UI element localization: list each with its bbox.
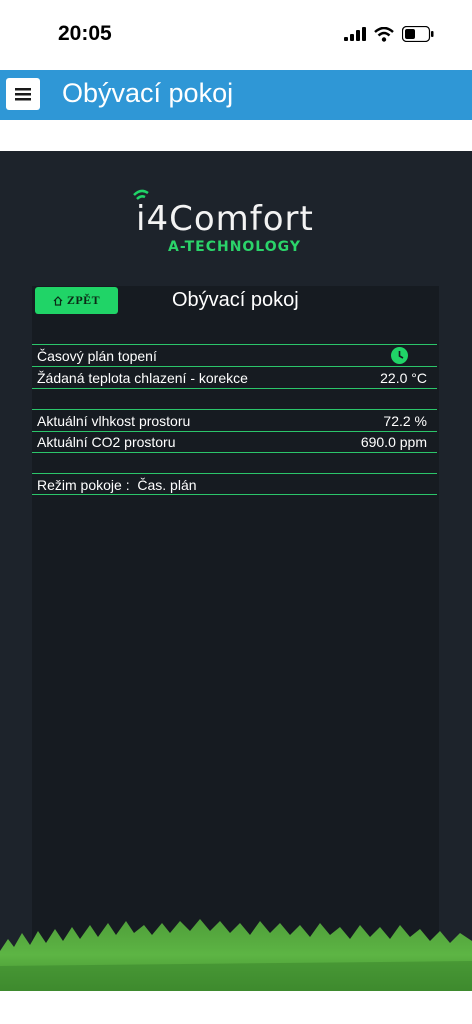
app-bar: Obývací pokoj <box>0 70 472 120</box>
divider <box>32 388 437 389</box>
row-value: 72.2 % <box>383 413 427 429</box>
room-panel: ZPĚT Obývací pokoj Časový plán topení Žá… <box>32 286 439 966</box>
row-co2: Aktuální CO2 prostoru 690.0 ppm <box>37 432 437 452</box>
status-time: 20:05 <box>58 22 112 45</box>
row-label: Aktuální CO2 prostoru <box>37 434 176 450</box>
hamburger-icon <box>15 87 31 100</box>
divider <box>32 494 437 495</box>
panel-title: Obývací pokoj <box>172 289 299 311</box>
divider <box>32 344 437 345</box>
home-icon <box>53 295 63 306</box>
divider <box>32 452 437 453</box>
row-room-mode[interactable]: Režim pokoje : Čas. plán <box>37 475 437 495</box>
row-cooling-correction[interactable]: Žádaná teplota chlazení - korekce 22.0 °… <box>37 368 437 388</box>
row-label: Časový plán topení <box>37 348 157 364</box>
logo: i4Comfort A-TECHNOLOGY <box>0 181 472 261</box>
main-content: i4Comfort A-TECHNOLOGY ZPĚT Obývací poko… <box>0 151 472 991</box>
battery-icon <box>402 26 434 42</box>
status-bar: 20:05 <box>0 0 472 70</box>
back-button-label: ZPĚT <box>66 293 101 307</box>
logo-subtitle: A-TECHNOLOGY <box>168 239 301 255</box>
signal-icon <box>344 27 366 41</box>
app-title: Obývací pokoj <box>62 78 234 108</box>
row-heating-schedule[interactable]: Časový plán topení <box>37 346 437 366</box>
grass-image <box>0 919 472 991</box>
row-value: 22.0 °C <box>380 370 427 386</box>
wifi-icon <box>374 26 394 42</box>
row-humidity: Aktuální vlhkost prostoru 72.2 % <box>37 411 437 431</box>
row-label: Aktuální vlhkost prostoru <box>37 413 191 429</box>
divider <box>32 366 437 367</box>
divider <box>32 473 437 474</box>
back-button[interactable]: ZPĚT <box>35 287 118 314</box>
logo-text: i4Comfort <box>136 199 314 239</box>
status-icons <box>344 24 434 44</box>
row-label: Žádaná teplota chlazení - korekce <box>37 370 248 386</box>
menu-button[interactable] <box>6 78 40 110</box>
clock-icon[interactable] <box>391 347 408 364</box>
row-value: 690.0 ppm <box>360 434 427 450</box>
row-label: Režim pokoje : Čas. plán <box>37 477 197 493</box>
divider <box>32 409 437 410</box>
